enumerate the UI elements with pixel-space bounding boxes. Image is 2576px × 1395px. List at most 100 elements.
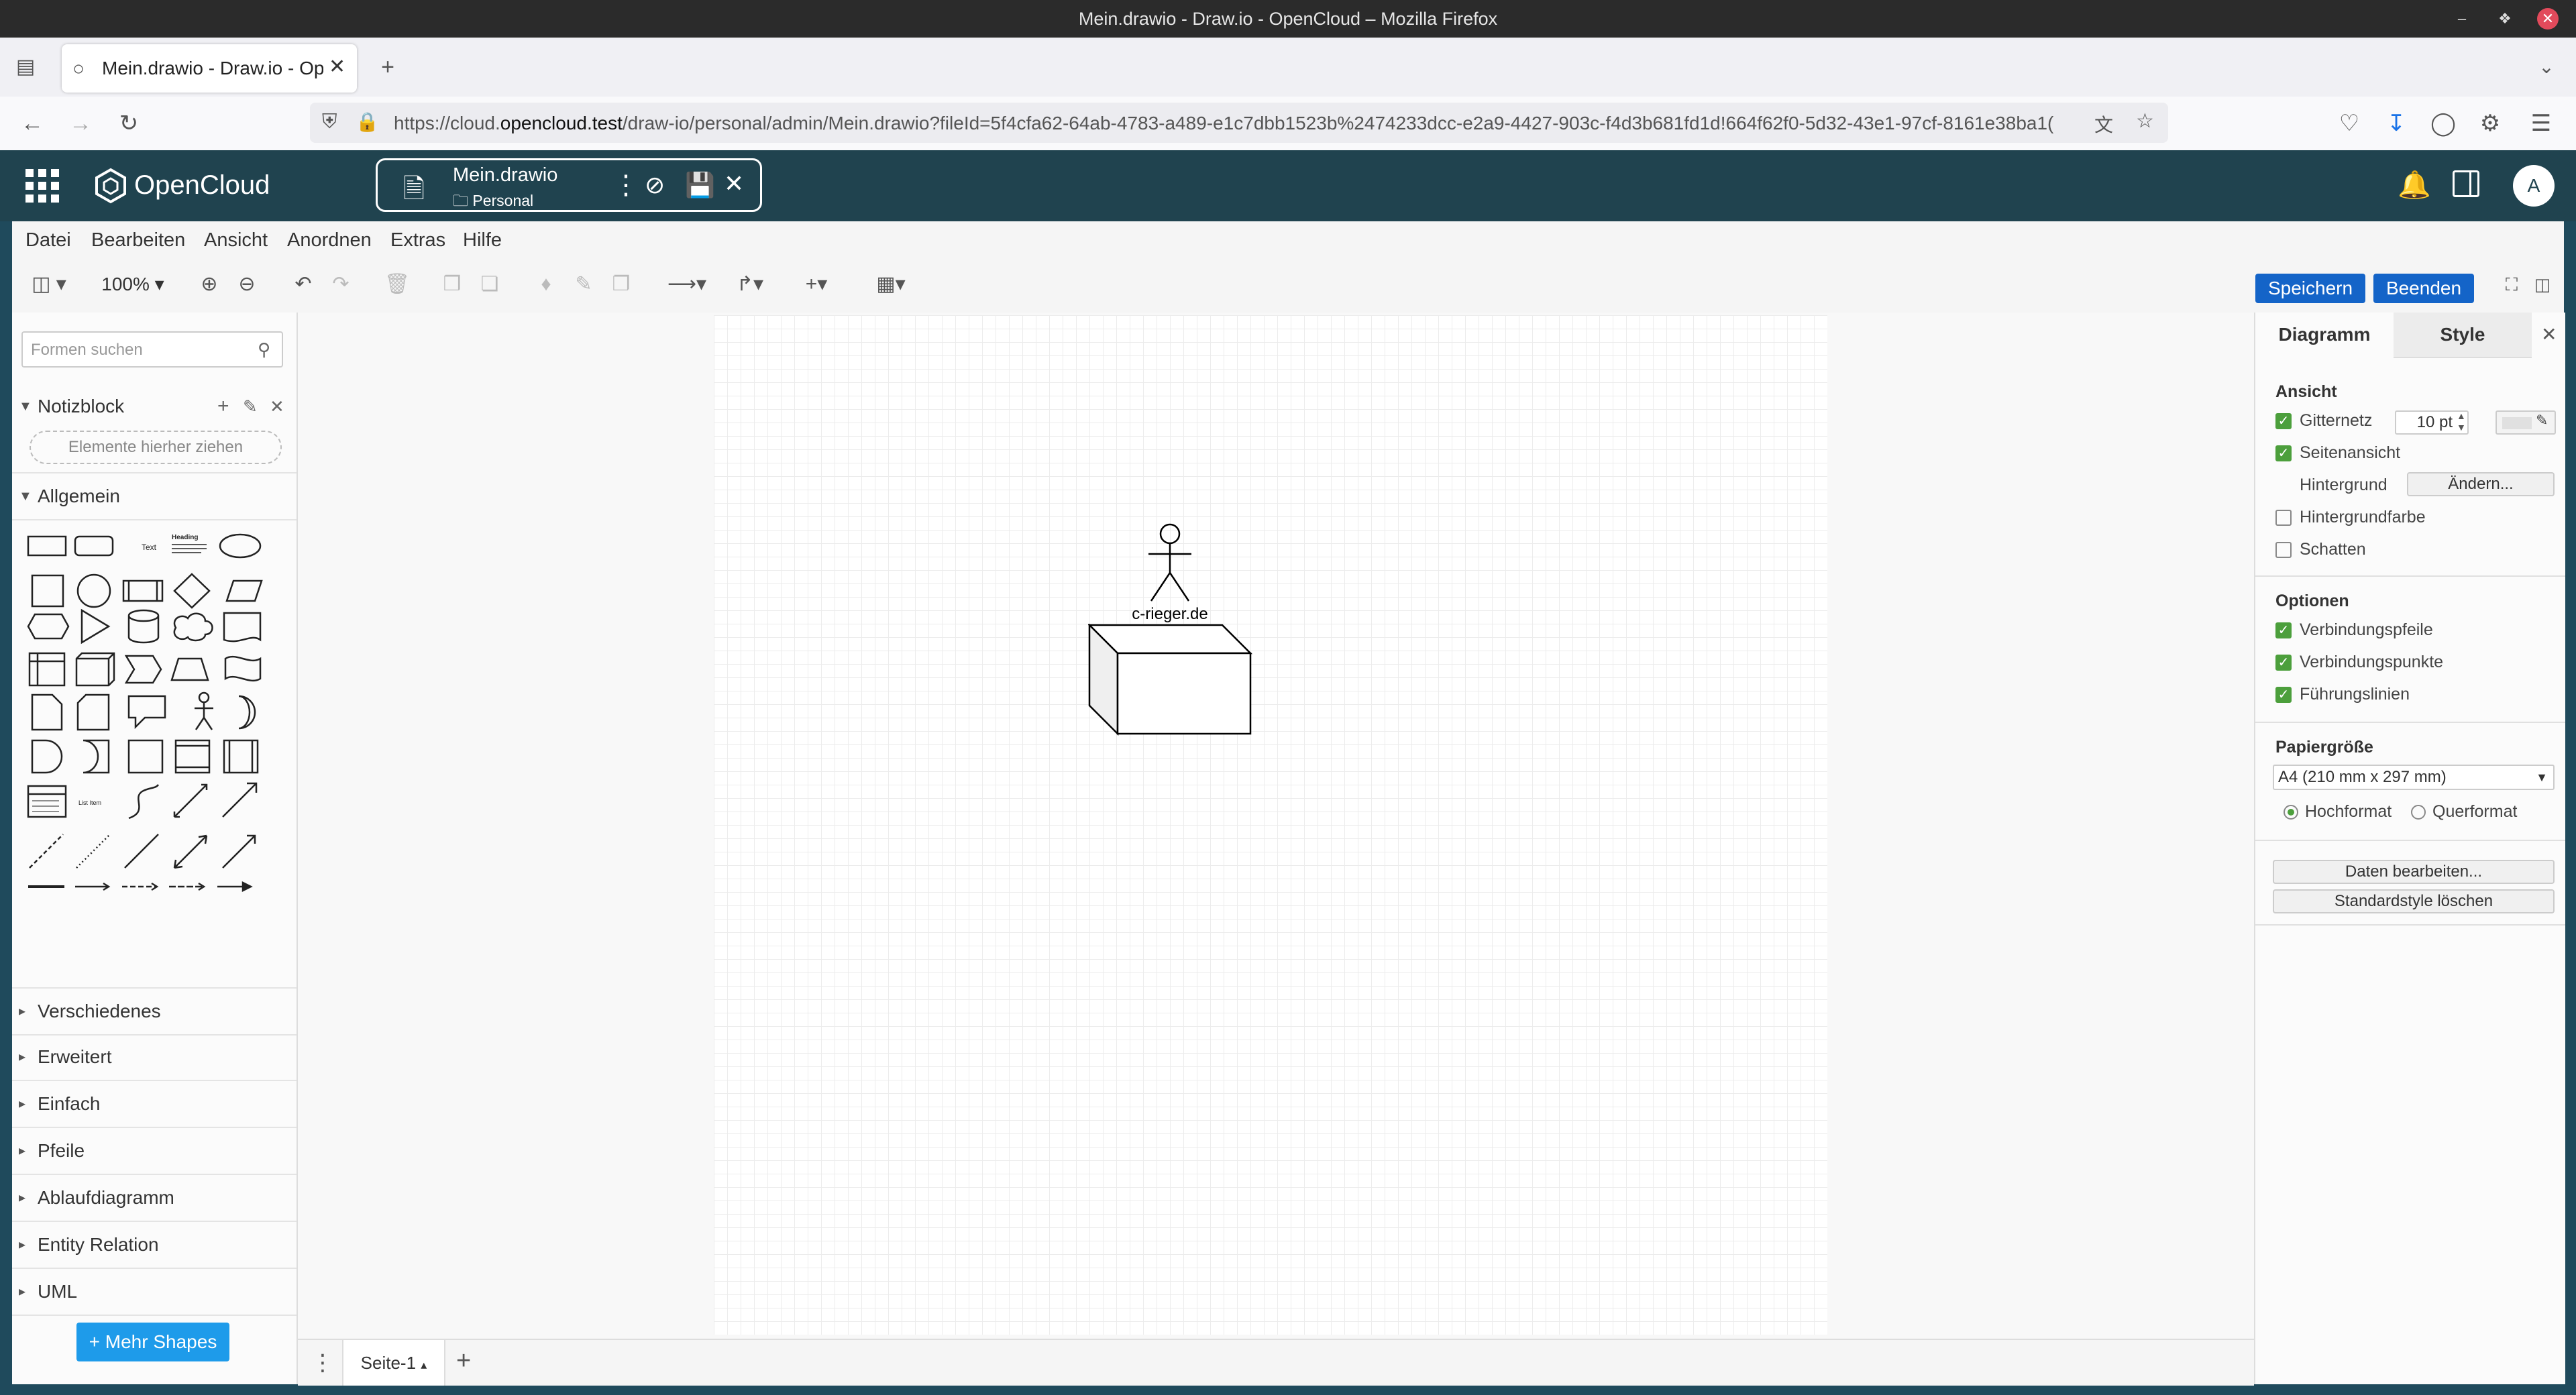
search-input[interactable]: Formen suchen ⚲ xyxy=(21,331,283,368)
general-shapes-palette[interactable]: Text Heading List Item xyxy=(25,527,287,903)
checkbox[interactable] xyxy=(2275,542,2292,559)
radio-icon[interactable] xyxy=(2411,805,2426,820)
shield-icon[interactable]: ⛨ xyxy=(322,111,337,133)
page-view-checkbox-row[interactable]: ✓ Seitenansicht xyxy=(2275,441,2400,464)
url-text[interactable]: https://cloud.opencloud.test/draw-io/per… xyxy=(394,113,2071,134)
save-icon[interactable]: 💾 xyxy=(685,171,715,199)
add-page-icon[interactable]: + xyxy=(456,1347,471,1376)
account-icon[interactable]: ◯ xyxy=(2428,109,2458,138)
landscape-radio-row[interactable]: Querformat xyxy=(2411,802,2517,822)
extensions-icon[interactable]: ⚙ xyxy=(2475,109,2505,138)
edit-pencil-icon[interactable]: ✎ xyxy=(243,384,258,429)
grid-color-button[interactable]: ✎ xyxy=(2496,410,2556,435)
grid-checkbox-row[interactable]: ✓ Gitternetz xyxy=(2275,409,2372,432)
check-icon[interactable]: ✓ xyxy=(2275,655,2292,671)
lock-icon[interactable]: 🔒 xyxy=(356,111,379,133)
menu-ansicht[interactable]: Ansicht xyxy=(204,229,268,252)
stepper-icon[interactable]: ▲ ▼ xyxy=(2457,410,2466,433)
zoom-in-icon[interactable]: ⊕ xyxy=(196,271,223,298)
pocket-icon[interactable]: ♡ xyxy=(2334,109,2364,138)
menu-extras[interactable]: Extras xyxy=(390,229,445,252)
section-pfeile[interactable]: ▸ Pfeile xyxy=(12,1128,297,1175)
menu-bearbeiten[interactable]: Bearbeiten xyxy=(91,229,185,252)
diagram-page[interactable]: c-rieger.de xyxy=(714,315,1827,1335)
list-tabs-icon[interactable]: ⌄ xyxy=(2532,52,2561,82)
search-icon[interactable]: ⚲ xyxy=(258,339,270,360)
change-background-button[interactable]: Ändern... xyxy=(2407,472,2555,496)
section-uml[interactable]: ▸ UML xyxy=(12,1269,297,1316)
app-grid-icon[interactable] xyxy=(24,168,60,204)
tab-style[interactable]: Style xyxy=(2394,313,2532,358)
brand-name[interactable]: OpenCloud xyxy=(134,170,270,201)
page-tab-seite-1[interactable]: Seite-1 ▴ xyxy=(342,1340,445,1386)
fullscreen-icon[interactable]: ⛶ xyxy=(2498,271,2525,298)
undo-icon[interactable]: ↶ xyxy=(290,271,317,298)
collapse-panel-icon[interactable]: ◫ xyxy=(2529,271,2556,298)
line-color-icon[interactable]: ✎ xyxy=(570,271,597,298)
connection-style-icon[interactable]: ⟶▾ xyxy=(660,271,714,298)
guides-row[interactable]: ✓ Führungslinien xyxy=(2275,683,2410,706)
scratchpad-header[interactable]: ▼ Notizblock + ✎ ✕ xyxy=(12,384,297,429)
connection-arrows-row[interactable]: ✓ Verbindungspfeile xyxy=(2275,618,2433,641)
reload-icon[interactable]: ↻ xyxy=(114,109,144,138)
close-window-icon[interactable]: ✕ xyxy=(2537,8,2559,30)
connection-points-row[interactable]: ✓ Verbindungspunkte xyxy=(2275,651,2443,673)
waypoints-icon[interactable]: ↱▾ xyxy=(723,271,777,298)
radio-selected-icon[interactable] xyxy=(2284,805,2298,820)
more-shapes-button[interactable]: + Mehr Shapes xyxy=(76,1323,229,1361)
notification-bell-icon[interactable]: 🔔 xyxy=(2398,169,2431,201)
redo-icon[interactable]: ↷ xyxy=(327,271,354,298)
to-front-icon[interactable]: ❒ xyxy=(439,271,466,298)
close-file-icon[interactable]: ✕ xyxy=(724,170,744,198)
bg-color-checkbox-row[interactable]: Hintergrundfarbe xyxy=(2275,506,2426,528)
tab-diagram[interactable]: Diagramm xyxy=(2255,313,2394,357)
delete-icon[interactable]: 🗑 xyxy=(384,271,411,298)
portrait-radio-row[interactable]: Hochformat xyxy=(2284,802,2392,822)
edit-data-button[interactable]: Daten bearbeiten... xyxy=(2273,860,2555,884)
insert-icon[interactable]: +▾ xyxy=(793,271,840,298)
forward-icon[interactable]: → xyxy=(66,109,95,138)
url-bar[interactable]: ⛨ 🔒 https://cloud.opencloud.test/draw-io… xyxy=(310,103,2168,143)
check-icon[interactable]: ✓ xyxy=(2275,687,2292,704)
check-icon[interactable]: ✓ xyxy=(2275,622,2292,639)
actor-label[interactable]: c-rieger.de xyxy=(1083,605,1257,624)
table-icon[interactable]: ▦▾ xyxy=(864,271,918,298)
menu-anordnen[interactable]: Anordnen xyxy=(287,229,372,252)
check-icon[interactable]: ✓ xyxy=(2275,413,2292,430)
zoom-out-icon[interactable]: ⊖ xyxy=(233,271,260,298)
shadow-checkbox-row[interactable]: Schatten xyxy=(2275,538,2366,561)
back-icon[interactable]: ← xyxy=(17,109,47,138)
cube-shape[interactable] xyxy=(1088,624,1256,738)
browser-tab-active[interactable]: ○ Mein.drawio - Draw.io - Ope ✕ xyxy=(62,44,357,93)
scratchpad-dropzone[interactable]: Elemente hierher ziehen xyxy=(30,431,282,464)
zoom-select[interactable]: 100% ▾ xyxy=(93,271,173,298)
format-panel-toggle-icon[interactable]: ◫ ▾ xyxy=(25,271,72,298)
tab-overview-icon[interactable]: ▤ xyxy=(11,52,40,82)
diagram-canvas[interactable]: c-rieger.de xyxy=(298,313,2254,1339)
section-erweitert[interactable]: ▸ Erweitert xyxy=(12,1034,297,1081)
menu-hamburger-icon[interactable]: ☰ xyxy=(2526,109,2556,138)
more-options-icon[interactable]: ⋮ xyxy=(612,170,639,201)
bookmark-star-icon[interactable]: ☆ xyxy=(2136,109,2154,133)
close-scratchpad-icon[interactable]: ✕ xyxy=(270,384,284,429)
new-tab-icon[interactable]: + xyxy=(373,52,402,82)
checkbox[interactable] xyxy=(2275,510,2292,526)
save-button[interactable]: Speichern xyxy=(2255,274,2365,303)
section-einfach[interactable]: ▸ Einfach xyxy=(12,1081,297,1128)
sidebar-toggle-icon[interactable] xyxy=(2453,170,2479,197)
section-entity-relation[interactable]: ▸ Entity Relation xyxy=(12,1222,297,1269)
section-ablaufdiagramm[interactable]: ▸ Ablaufdiagramm xyxy=(12,1175,297,1222)
general-header[interactable]: ▼ Allgemein xyxy=(12,472,297,520)
avatar[interactable]: A xyxy=(2513,165,2555,207)
to-back-icon[interactable]: ❏ xyxy=(476,271,503,298)
close-panel-icon[interactable]: ✕ xyxy=(2541,323,2557,345)
close-tab-icon[interactable]: ✕ xyxy=(329,55,345,78)
fill-color-icon[interactable]: ♦ xyxy=(533,271,559,298)
menu-datei[interactable]: Datei xyxy=(25,229,71,252)
pages-menu-icon[interactable]: ⋮ xyxy=(311,1349,334,1376)
translate-icon[interactable]: 文 xyxy=(2094,111,2113,137)
paper-size-select[interactable]: A4 (210 mm x 297 mm) ▼ xyxy=(2273,765,2555,790)
downloads-icon[interactable]: ↧ xyxy=(2381,109,2411,138)
exit-button[interactable]: Beenden xyxy=(2373,274,2474,303)
add-icon[interactable]: + xyxy=(217,384,229,429)
